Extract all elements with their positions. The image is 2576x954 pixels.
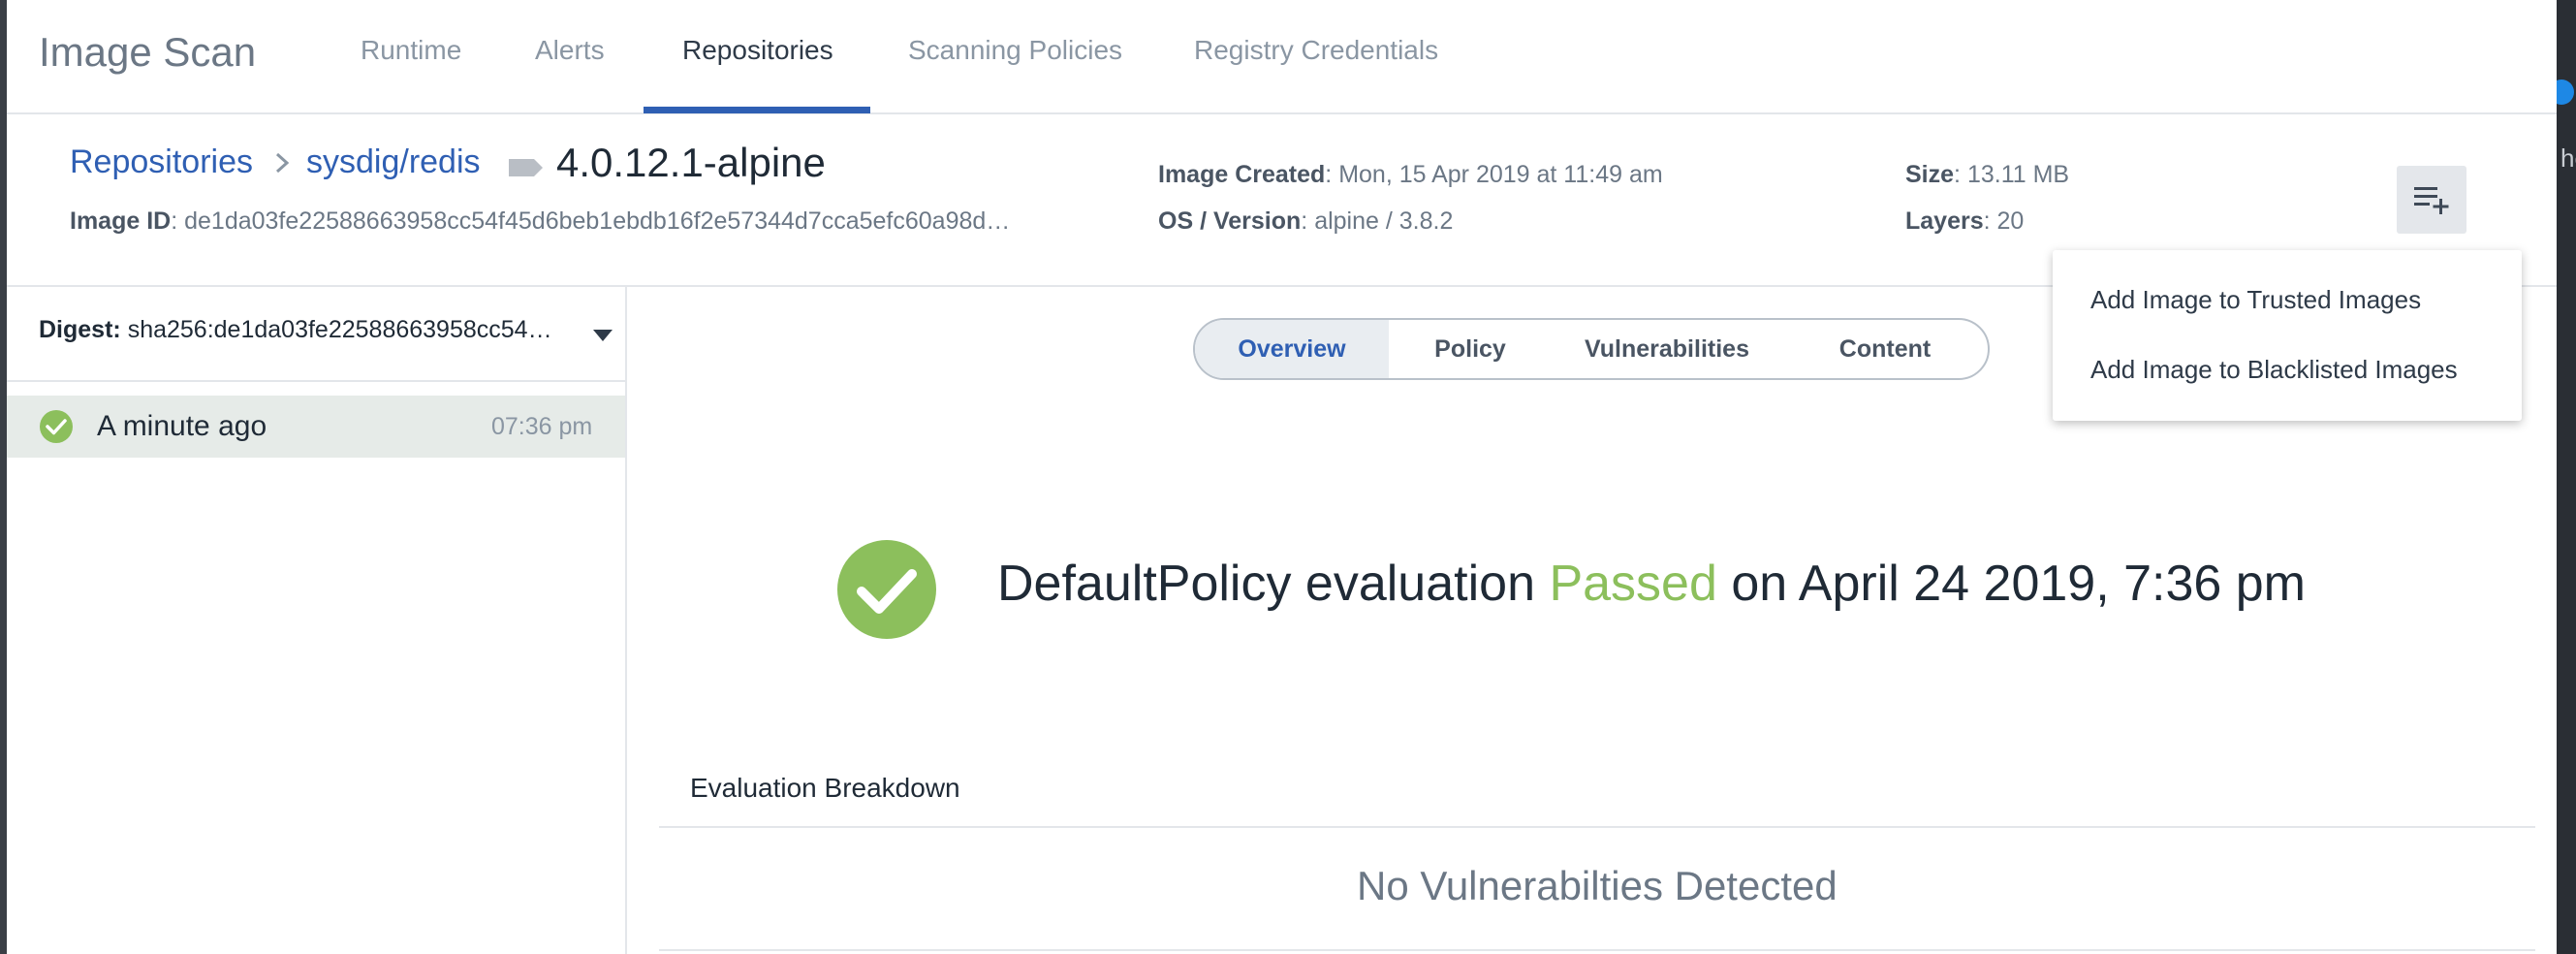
tab-policy[interactable]: Policy [1389, 320, 1552, 378]
nav-tab-repositories[interactable]: Repositories [682, 35, 833, 66]
image-size-label: Size [1905, 161, 1955, 188]
image-layers: Layers: 20 [1905, 207, 2025, 235]
chevron-right-icon [275, 152, 290, 174]
image-id-value: de1da03fe22588663958cc54f45d6beb1ebdb16f… [184, 207, 1011, 235]
breadcrumb-repositories[interactable]: Repositories [70, 143, 253, 181]
app-title: Image Scan [39, 29, 257, 75]
image-created: Image Created: Mon, 15 Apr 2019 at 11:49… [1158, 161, 1663, 188]
nav-tab-scanning-policies[interactable]: Scanning Policies [908, 35, 1122, 66]
digest-label: Digest: [39, 316, 121, 343]
os-version: OS / Version: alpine / 3.8.2 [1158, 207, 1454, 235]
image-tag-title: 4.0.12.1-alpine [556, 140, 826, 185]
image-layers-value: 20 [1996, 207, 2025, 235]
divider [659, 949, 2535, 951]
notification-dot [2557, 80, 2574, 105]
policy-evaluation-label: DefaultPolicy evaluation [997, 556, 1535, 612]
image-layers-label: Layers [1905, 207, 1984, 235]
evaluation-breakdown-title: Evaluation Breakdown [690, 773, 960, 803]
policy-evaluation-result: DefaultPolicy evaluation Passed on April… [997, 555, 2306, 613]
image-size: Size: 13.11 MB [1905, 161, 2070, 188]
evaluation-status: Passed [1549, 556, 1717, 612]
os-version-value: alpine / 3.8.2 [1314, 207, 1454, 235]
breadcrumb-repo[interactable]: sysdig/redis [306, 143, 481, 181]
nav-tab-registry-credentials[interactable]: Registry Credentials [1194, 35, 1438, 66]
digest-selector[interactable]: Digest: sha256:de1da03fe22588663958cc54… [39, 316, 552, 344]
image-size-value: 13.11 MB [1966, 161, 2070, 188]
tab-content[interactable]: Content [1782, 320, 1988, 378]
image-id-label: Image ID [70, 207, 172, 235]
offscreen-text-fragment: he [2560, 143, 2576, 173]
image-scan-app: Image Scan Runtime Alerts Repositories S… [7, 0, 2557, 954]
check-circle-icon [837, 540, 936, 639]
scan-relative-time: A minute ago [97, 410, 267, 442]
image-actions-button[interactable] [2397, 166, 2466, 234]
active-tab-indicator [644, 107, 870, 113]
divider [659, 826, 2535, 828]
scan-time: 07:36 pm [491, 413, 593, 440]
image-created-value: Mon, 15 Apr 2019 at 11:49 am [1338, 161, 1663, 188]
os-version-label: OS / Version [1158, 207, 1302, 235]
divider [7, 380, 627, 382]
window-frame-right: he [2557, 0, 2576, 954]
detail-tabs: Overview Policy Vulnerabilities Content [1193, 318, 1990, 380]
image-actions-menu: Add Image to Trusted Images Add Image to… [2053, 250, 2522, 421]
scan-history-item[interactable]: A minute ago 07:36 pm [7, 396, 625, 458]
check-circle-icon [40, 410, 73, 443]
tab-vulnerabilities[interactable]: Vulnerabilities [1552, 320, 1782, 378]
nav-tab-alerts[interactable]: Alerts [535, 35, 605, 66]
scan-history-panel: Digest: sha256:de1da03fe22588663958cc54…… [7, 287, 627, 954]
image-id: Image ID: de1da03fe22588663958cc54f45d6b… [70, 207, 1011, 235]
playlist-add-icon [2414, 187, 2449, 214]
menu-item-add-blacklisted[interactable]: Add Image to Blacklisted Images [2053, 335, 2522, 403]
top-nav: Image Scan Runtime Alerts Repositories S… [7, 0, 2557, 114]
no-vulnerabilities-message: No Vulnerabilties Detected [1357, 863, 1838, 908]
image-created-label: Image Created [1158, 161, 1326, 188]
caret-down-icon[interactable] [593, 330, 613, 341]
nav-tab-runtime[interactable]: Runtime [361, 35, 461, 66]
menu-item-add-trusted[interactable]: Add Image to Trusted Images [2053, 266, 2522, 334]
evaluation-date: on April 24 2019, 7:36 pm [1731, 556, 2307, 612]
tab-overview[interactable]: Overview [1195, 320, 1389, 378]
tag-icon [509, 159, 543, 176]
digest-value: sha256:de1da03fe22588663958cc54… [127, 316, 552, 343]
window-frame-left [0, 0, 7, 954]
